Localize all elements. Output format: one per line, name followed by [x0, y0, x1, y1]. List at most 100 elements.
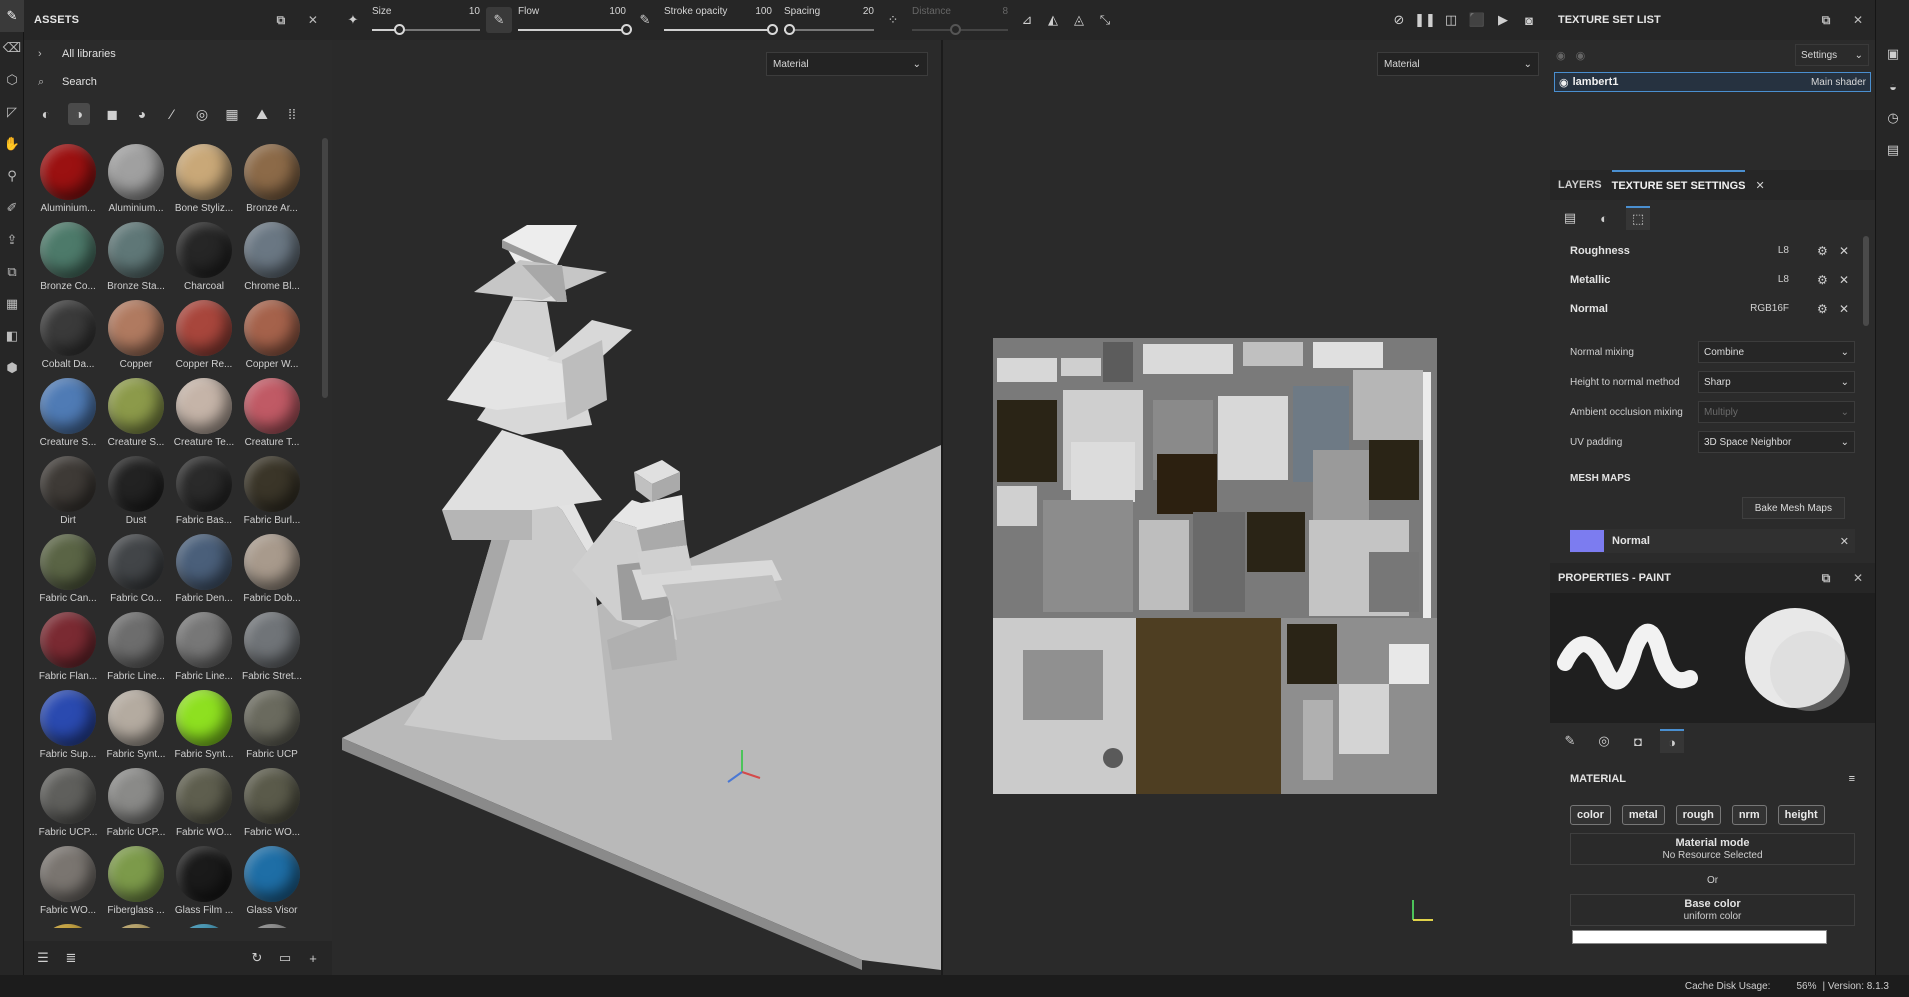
material-mode-box[interactable]: Material mode No Resource Selected: [1570, 833, 1855, 865]
projection-tool-icon[interactable]: ⬡: [0, 64, 24, 96]
size-slider[interactable]: Size 10: [372, 0, 480, 40]
spacing-knob[interactable]: [783, 24, 795, 35]
material-tile[interactable]: Fabric Dob...: [238, 528, 306, 606]
color-picker-tool-icon[interactable]: ✐: [0, 192, 24, 224]
display-settings-icon[interactable]: ◒: [1876, 70, 1909, 102]
material-tile[interactable]: Charcoal: [170, 216, 238, 294]
tab-layers[interactable]: LAYERS: [1558, 170, 1602, 200]
channel-chip[interactable]: rough: [1675, 805, 1721, 825]
filter-environments-icon[interactable]: ⛰: [254, 106, 270, 122]
all-libraries-item[interactable]: › All libraries: [24, 40, 332, 68]
filter-alphas-icon[interactable]: ◎: [194, 106, 210, 122]
stencil-icon[interactable]: ◘: [1626, 729, 1650, 753]
channel-row[interactable]: Normal RGB16F ⚙ ✕: [1550, 294, 1875, 323]
symmetry-icon[interactable]: ◭: [1040, 7, 1066, 33]
shader-name[interactable]: Main shader: [1811, 77, 1866, 88]
flow-slider[interactable]: Flow 100: [518, 0, 632, 40]
channel-format[interactable]: L8: [1729, 245, 1789, 256]
base-color-box[interactable]: Base color uniform color: [1570, 894, 1855, 926]
channel-chip[interactable]: color: [1570, 805, 1611, 825]
close-icon[interactable]: ✕: [1849, 569, 1867, 587]
material-menu-icon[interactable]: ≡: [1849, 773, 1855, 785]
material-tile[interactable]: [170, 918, 238, 928]
material-tile[interactable]: Creature Te...: [170, 372, 238, 450]
material-tile[interactable]: [102, 918, 170, 928]
base-color-swatch[interactable]: [1572, 930, 1827, 944]
filter-masks-icon[interactable]: ◼: [104, 106, 120, 122]
filter-materials-icon[interactable]: ◐: [38, 106, 54, 122]
mesh-map-normal[interactable]: Normal ✕: [1570, 529, 1855, 553]
tab-texture-set-settings[interactable]: TEXTURE SET SETTINGS: [1611, 170, 1746, 200]
detail-view-icon[interactable]: ≣: [62, 949, 80, 967]
material-tile[interactable]: Fabric Flan...: [34, 606, 102, 684]
close-icon[interactable]: ✕: [1849, 11, 1867, 29]
texture-set-list-icon[interactable]: ▣: [1876, 38, 1909, 70]
material-tile[interactable]: Fabric Bas...: [170, 450, 238, 528]
material-tile[interactable]: Fabric Line...: [170, 606, 238, 684]
viewport-3d[interactable]: Material ⌄: [332, 40, 941, 975]
material-tile[interactable]: Copper W...: [238, 294, 306, 372]
material-tile[interactable]: Glass Visor: [238, 840, 306, 918]
pen-pressure-size-icon[interactable]: ✎: [486, 7, 512, 33]
view-mode-icon[interactable]: ◫: [1438, 7, 1464, 33]
remove-channel-icon[interactable]: ✕: [1839, 302, 1855, 316]
material-tile[interactable]: [238, 918, 306, 928]
filter-smart-materials-icon[interactable]: ◑: [68, 103, 90, 125]
export-icon[interactable]: ⇪: [0, 224, 24, 256]
material-tile[interactable]: Fabric WO...: [238, 762, 306, 840]
material-tile[interactable]: Aluminium...: [102, 138, 170, 216]
search-input[interactable]: Search: [62, 76, 97, 88]
video-camera-icon[interactable]: ▶: [1490, 7, 1516, 33]
channel-settings-icon[interactable]: ⚙: [1817, 302, 1833, 316]
visibility-all-icon[interactable]: ◉: [1556, 49, 1566, 62]
flow-knob[interactable]: [621, 24, 632, 35]
grid-view-icon[interactable]: ⁞⁞: [284, 106, 300, 122]
material-tile[interactable]: Glass Film ...: [170, 840, 238, 918]
stroke-opacity-value[interactable]: 100: [755, 6, 772, 17]
clone-tool-icon[interactable]: ⚲: [0, 160, 24, 192]
transform-icon[interactable]: ⤡: [1092, 7, 1118, 33]
hide-icon[interactable]: ⊘: [1386, 7, 1412, 33]
geometry-mask-icon[interactable]: ▦: [0, 288, 24, 320]
material-tile[interactable]: Chrome Bl...: [238, 216, 306, 294]
undock-icon[interactable]: ⧉: [272, 11, 290, 29]
material-tile[interactable]: Copper Re...: [170, 294, 238, 372]
pen-pressure-flow-icon[interactable]: ✎: [632, 7, 658, 33]
log-icon[interactable]: ▤: [1876, 134, 1909, 166]
material-icon[interactable]: ◑: [1660, 729, 1684, 753]
stroke-opacity-slider[interactable]: Stroke opacity 100: [664, 0, 778, 40]
material-tile[interactable]: Creature S...: [34, 372, 102, 450]
history-icon[interactable]: ◷: [1876, 102, 1909, 134]
material-tile[interactable]: Bone Styliz...: [170, 138, 238, 216]
spacing-slider[interactable]: Spacing 20: [783, 0, 874, 40]
spacing-value[interactable]: 20: [863, 6, 874, 17]
viewport-2d-mode-select[interactable]: Material ⌄: [1377, 52, 1539, 76]
bake-mesh-maps-button[interactable]: Bake Mesh Maps: [1741, 497, 1845, 519]
paint-brush-tool-icon[interactable]: ✎: [0, 0, 24, 32]
channel-format[interactable]: L8: [1729, 274, 1789, 285]
channel-settings-icon[interactable]: ⚙: [1817, 273, 1833, 287]
material-tile[interactable]: Fiberglass ...: [102, 840, 170, 918]
lazy-mouse-icon[interactable]: ⁘: [880, 7, 906, 33]
eraser-tool-icon[interactable]: ⌫: [0, 32, 24, 64]
uv-icon[interactable]: ⬚: [1626, 206, 1650, 230]
render-icon[interactable]: ◧: [0, 320, 24, 352]
remove-channel-icon[interactable]: ✕: [1839, 273, 1855, 287]
material-tile[interactable]: Fabric Co...: [102, 528, 170, 606]
eye-icon[interactable]: ◉: [1559, 76, 1569, 89]
distance-slider[interactable]: Distance 8: [912, 0, 1008, 40]
option-select[interactable]: Combine ⌄: [1698, 341, 1855, 363]
texture-set-icon[interactable]: ▤: [1558, 206, 1582, 230]
settings-scrollbar[interactable]: [1863, 236, 1869, 326]
camera-3d-icon[interactable]: ⬛: [1464, 7, 1490, 33]
alpha-icon[interactable]: ◎: [1592, 729, 1616, 753]
material-tile[interactable]: Fabric Synt...: [102, 684, 170, 762]
new-folder-icon[interactable]: ▭: [276, 949, 294, 967]
channel-format[interactable]: RGB16F: [1729, 303, 1789, 314]
channel-chip[interactable]: metal: [1621, 805, 1665, 825]
material-tile[interactable]: Fabric UCP...: [102, 762, 170, 840]
visibility-solo-icon[interactable]: ◉: [1576, 49, 1586, 62]
channel-row[interactable]: Roughness L8 ⚙ ✕: [1550, 236, 1875, 265]
distance-value[interactable]: 8: [1002, 6, 1008, 17]
material-tile[interactable]: Fabric Stret...: [238, 606, 306, 684]
